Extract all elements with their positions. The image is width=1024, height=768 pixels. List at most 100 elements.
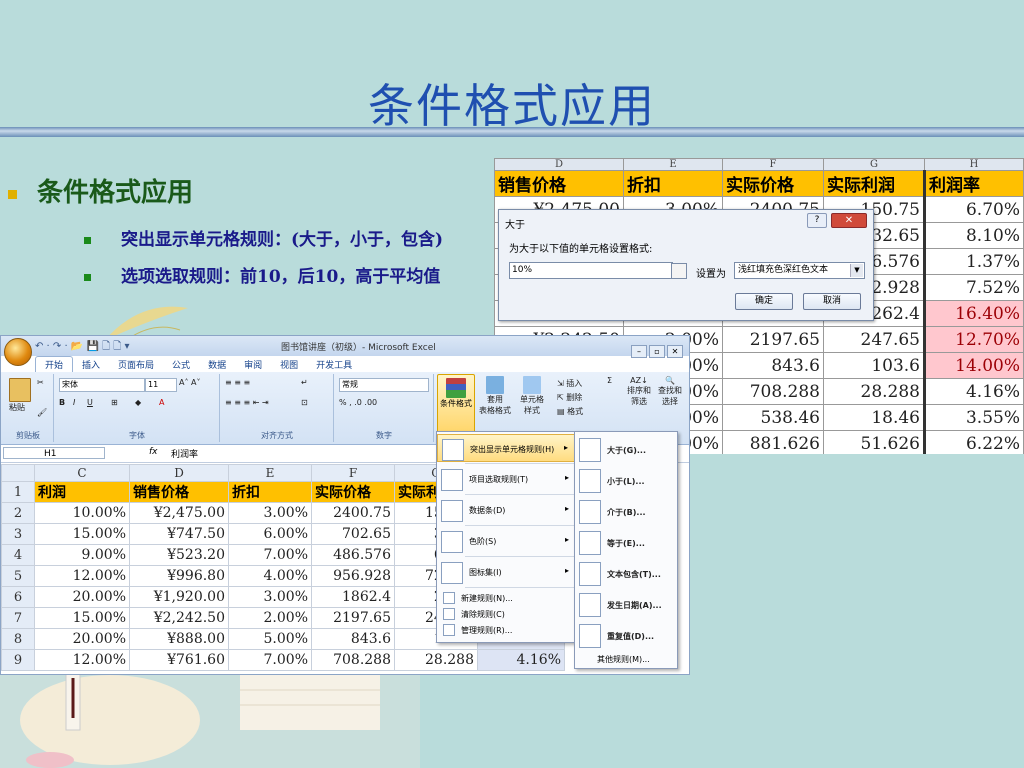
restore-icon[interactable]: ▫: [649, 345, 665, 358]
find-select-button[interactable]: 🔍 查找和 选择: [655, 376, 685, 407]
more-rules-item[interactable]: 其他规则(M)...: [597, 654, 650, 665]
submenu-item[interactable]: 大于(G)...: [575, 434, 677, 464]
font-size-combo[interactable]: 11: [145, 378, 177, 392]
font-color-icon[interactable]: A: [159, 398, 164, 407]
delete-cells-button[interactable]: ⇱ 删除: [557, 392, 582, 403]
conditional-formatting-button[interactable]: 条件格式: [437, 374, 475, 434]
table-cell[interactable]: 15.00%: [34, 523, 130, 545]
table-cell[interactable]: 2400.75: [311, 502, 395, 524]
tab-formulas[interactable]: 公式: [163, 357, 199, 372]
merge-center-icon[interactable]: ⊡: [301, 398, 308, 407]
italic-icon[interactable]: I: [73, 398, 75, 407]
table-cell[interactable]: ¥888.00: [129, 628, 229, 650]
quick-access-toolbar[interactable]: ↶ · ↷ · 📂 💾 🗋 🗋 ▾: [35, 339, 130, 356]
table-cell[interactable]: 3.00%: [228, 502, 312, 524]
table-cell[interactable]: 1862.4: [311, 586, 395, 608]
header-cell[interactable]: 销售价格: [129, 481, 229, 503]
row-header[interactable]: 2: [1, 502, 35, 524]
menu-item[interactable]: 项目选取规则(T) ▸: [437, 465, 577, 493]
table-cell[interactable]: 2.00%: [228, 607, 312, 629]
submenu-item[interactable]: 介于(B)...: [575, 496, 677, 526]
table-cell[interactable]: ¥996.80: [129, 565, 229, 587]
table-cell[interactable]: 486.576: [311, 544, 395, 566]
tab-page-layout[interactable]: 页面布局: [109, 357, 163, 372]
table-cell[interactable]: 4.16%: [477, 649, 565, 671]
submenu-item[interactable]: 发生日期(A)...: [575, 589, 677, 619]
threshold-input[interactable]: 10%: [509, 262, 673, 279]
menu-item[interactable]: 突出显示单元格规则(H) ▸: [437, 434, 577, 462]
close-button[interactable]: ✕: [831, 213, 867, 228]
submenu-item[interactable]: 重复值(D)...: [575, 620, 677, 650]
table-cell[interactable]: 6.00%: [228, 523, 312, 545]
menu-item[interactable]: 新建规则(N)...: [437, 590, 577, 605]
col-header[interactable]: F: [311, 464, 395, 482]
tab-view[interactable]: 视图: [271, 357, 307, 372]
grow-font-icon[interactable]: A˄ A˅: [179, 378, 201, 387]
header-cell[interactable]: 折扣: [228, 481, 312, 503]
table-cell[interactable]: ¥1,920.00: [129, 586, 229, 608]
close-window-icon[interactable]: ✕: [667, 345, 683, 358]
menu-item[interactable]: 色阶(S) ▸: [437, 527, 577, 555]
header-cell[interactable]: 利润: [34, 481, 130, 503]
fx-icon[interactable]: fx: [149, 447, 158, 457]
office-button-icon[interactable]: [4, 338, 32, 366]
menu-item[interactable]: 管理规则(R)...: [437, 622, 577, 637]
cut-icon[interactable]: ✂: [37, 378, 44, 387]
wrap-text-icon[interactable]: ↵: [301, 378, 308, 387]
minimize-icon[interactable]: –: [631, 345, 647, 358]
submenu-item[interactable]: 文本包含(T)...: [575, 558, 677, 588]
number-format-combo[interactable]: 常规: [339, 378, 429, 392]
header-cell[interactable]: 实际价格: [311, 481, 395, 503]
table-cell[interactable]: ¥2,242.50: [129, 607, 229, 629]
name-box[interactable]: H1: [3, 447, 105, 459]
table-cell[interactable]: 12.00%: [34, 565, 130, 587]
bold-icon[interactable]: B: [59, 398, 65, 407]
table-cell[interactable]: 843.6: [311, 628, 395, 650]
row-header[interactable]: 6: [1, 586, 35, 608]
paste-button[interactable]: 粘贴: [9, 378, 31, 413]
table-cell[interactable]: 3.00%: [228, 586, 312, 608]
table-cell[interactable]: 7.00%: [228, 544, 312, 566]
sort-filter-button[interactable]: AZ↓ 排序和 筛选: [625, 376, 653, 407]
table-cell[interactable]: 956.928: [311, 565, 395, 587]
range-picker-icon[interactable]: [671, 263, 687, 279]
row-header[interactable]: 1: [1, 481, 35, 503]
table-cell[interactable]: 708.288: [311, 649, 395, 671]
ok-button[interactable]: 确定: [735, 293, 793, 310]
tab-data[interactable]: 数据: [199, 357, 235, 372]
col-header[interactable]: D: [129, 464, 229, 482]
table-cell[interactable]: 4.00%: [228, 565, 312, 587]
table-cell[interactable]: 20.00%: [34, 628, 130, 650]
underline-icon[interactable]: U: [87, 398, 93, 407]
cancel-button[interactable]: 取消: [803, 293, 861, 310]
row-header[interactable]: 4: [1, 544, 35, 566]
tab-developer[interactable]: 开发工具: [307, 357, 361, 372]
tab-insert[interactable]: 插入: [73, 357, 109, 372]
submenu-item[interactable]: 小于(L)...: [575, 465, 677, 495]
format-select[interactable]: 浅红填充色深红色文本 ▼: [734, 262, 865, 279]
fill-color-icon[interactable]: ◆: [135, 398, 141, 407]
row-header[interactable]: 9: [1, 649, 35, 671]
submenu-item[interactable]: 等于(E)...: [575, 527, 677, 557]
table-cell[interactable]: ¥747.50: [129, 523, 229, 545]
table-cell[interactable]: 2197.65: [311, 607, 395, 629]
table-cell[interactable]: 9.00%: [34, 544, 130, 566]
tab-home[interactable]: 开始: [35, 356, 74, 372]
menu-item[interactable]: 数据条(D) ▸: [437, 496, 577, 524]
insert-cells-button[interactable]: ⇲ 插入: [557, 378, 582, 389]
format-cells-button[interactable]: ▤ 格式: [557, 406, 583, 417]
tab-review[interactable]: 审阅: [235, 357, 271, 372]
table-cell[interactable]: 702.65: [311, 523, 395, 545]
table-cell[interactable]: 5.00%: [228, 628, 312, 650]
font-name-combo[interactable]: 宋体: [59, 378, 145, 392]
percent-icon[interactable]: % , .0 .00: [339, 398, 377, 407]
align-left-icon[interactable]: ≡ ≡ ≡ ⇤ ⇥: [225, 398, 269, 407]
border-icon[interactable]: ⊞: [111, 398, 118, 407]
row-header[interactable]: 7: [1, 607, 35, 629]
autosum-icon[interactable]: Σ: [607, 376, 612, 385]
help-button[interactable]: ?: [807, 213, 827, 228]
table-cell[interactable]: 20.00%: [34, 586, 130, 608]
row-header[interactable]: 3: [1, 523, 35, 545]
table-cell[interactable]: 15.00%: [34, 607, 130, 629]
format-painter-icon[interactable]: 🖌: [37, 408, 47, 417]
